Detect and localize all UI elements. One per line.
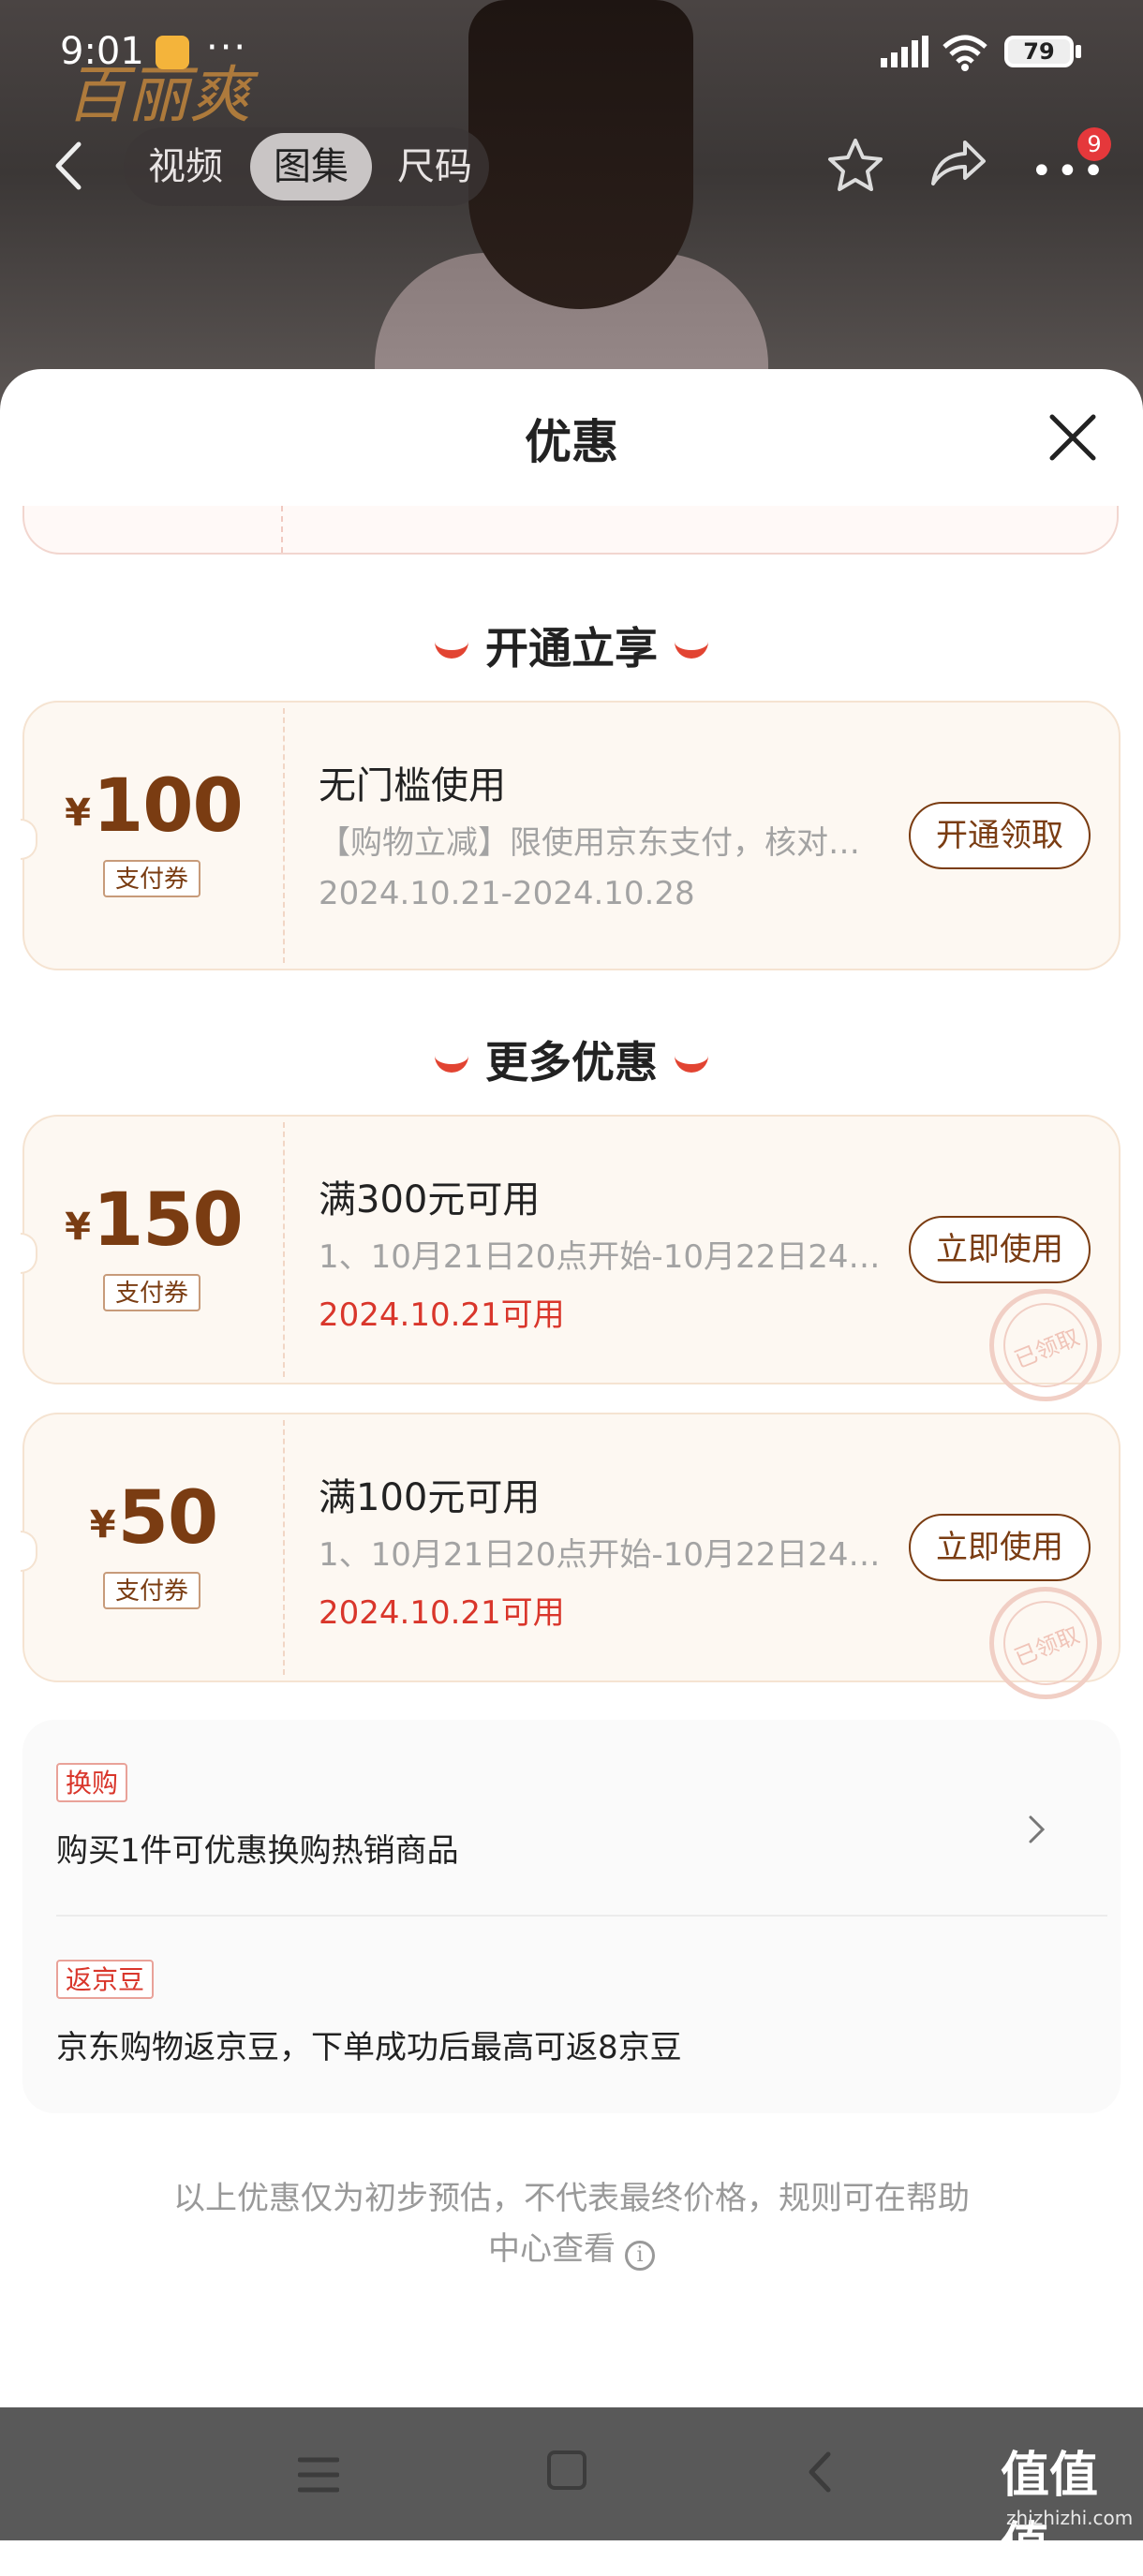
- coupon-description: 1、10月21日20点开始-10月22日24点结束: [319, 1238, 890, 1276]
- coupon-title: 满100元可用: [319, 1476, 541, 1519]
- tab-size[interactable]: 尺码: [397, 127, 472, 206]
- status-time: 9:01: [60, 30, 144, 73]
- status-more-dots: ···: [206, 26, 248, 69]
- coupon-validity: 2024.10.21可用: [319, 1594, 565, 1632]
- favorite-star-icon[interactable]: [824, 135, 886, 197]
- notification-badge: 9: [1077, 127, 1111, 161]
- back-arrow-icon[interactable]: [51, 141, 88, 191]
- disclaimer-line: 以上优惠仅为初步预估，不代表最终价格，规则可在帮助: [173, 2180, 970, 2217]
- battery-tip: [1076, 45, 1081, 58]
- coupon-value: 100: [93, 764, 244, 849]
- section-title: 开通立享: [485, 623, 658, 674]
- promo-tag-exchange: 换购: [56, 1763, 128, 1802]
- currency-symbol: ¥: [65, 792, 91, 835]
- sheet-title: 优惠: [525, 415, 618, 469]
- currency-symbol: ¥: [89, 1503, 116, 1547]
- coupon-value: 50: [117, 1476, 219, 1561]
- use-now-button[interactable]: 立即使用: [909, 1514, 1091, 1581]
- promo-tag-jingdou: 返京豆: [56, 1960, 155, 1999]
- disclaimer-text: 以上优惠仅为初步预估，不代表最终价格，规则可在帮助 中心查看 i: [141, 2173, 1002, 2274]
- signal-icon: [881, 36, 928, 67]
- smile-decoration-icon: [675, 1047, 708, 1073]
- section-title: 更多优惠: [485, 1037, 658, 1088]
- system-back-icon[interactable]: [806, 2450, 834, 2494]
- promo-jingdou-text: 京东购物返京豆，下单成功后最高可返8京豆: [56, 2029, 682, 2066]
- coupon-card: ¥50 支付券 满100元可用 1、10月21日20点开始-10月22日24点结…: [21, 1413, 1121, 1717]
- promo-divider: [56, 1915, 1107, 1917]
- smile-decoration-icon: [675, 633, 708, 659]
- coupon-validity: 2024.10.21-2024.10.28: [319, 875, 695, 912]
- coupon-amount: ¥150: [24, 1178, 283, 1263]
- watermark-logo: 值值值: [1001, 2448, 1099, 2574]
- coupon-divider: [283, 1420, 285, 1675]
- coupon-divider: [283, 1122, 285, 1377]
- tab-video[interactable]: 视频: [148, 127, 223, 206]
- coupon-title: 无门槛使用: [319, 764, 506, 807]
- coupon-validity: 2024.10.21可用: [319, 1296, 565, 1334]
- notification-app-icon: [156, 36, 189, 69]
- smile-decoration-icon: [435, 1047, 468, 1073]
- previous-coupon-divider: [281, 506, 283, 553]
- use-now-button[interactable]: 立即使用: [909, 1216, 1091, 1283]
- tab-gallery[interactable]: 图集: [250, 133, 372, 200]
- share-icon[interactable]: [928, 135, 987, 191]
- coupon-description: 1、10月21日20点开始-10月22日24点结束: [319, 1536, 890, 1574]
- recent-apps-menu-icon[interactable]: [298, 2456, 339, 2494]
- smile-decoration-icon: [435, 633, 468, 659]
- home-icon[interactable]: [547, 2450, 586, 2490]
- stamp-ring: [990, 1290, 1101, 1400]
- wifi-icon: [943, 35, 987, 71]
- product-model-hair: [468, 0, 693, 309]
- coupon-amount: ¥50: [24, 1476, 283, 1561]
- battery-icon: 79: [1004, 36, 1074, 67]
- coupon-card: ¥100 支付券 无门槛使用 【购物立减】限使用京东支付，核对订单时可用 202…: [21, 701, 1121, 970]
- coupon-card: ¥150 支付券 满300元可用 1、10月21日20点开始-10月22日24点…: [21, 1115, 1121, 1419]
- currency-symbol: ¥: [65, 1206, 91, 1249]
- open-and-claim-button[interactable]: 开通领取: [909, 802, 1091, 869]
- coupon-description: 【购物立减】限使用京东支付，核对订单时可用: [319, 824, 890, 862]
- previous-coupon-card-edge: [22, 506, 1119, 555]
- coupon-title: 满300元可用: [319, 1178, 541, 1221]
- coupon-type-tag: 支付券: [103, 1274, 200, 1311]
- promotions-panel: 换购 购买1件可优惠换购热销商品 返京豆 京东购物返京豆，下单成功后最高可返8京…: [22, 1720, 1121, 2113]
- coupon-type-tag: 支付券: [103, 1572, 200, 1609]
- close-icon[interactable]: [1047, 412, 1098, 463]
- watermark-url: zhizhizhi.com: [1006, 2507, 1134, 2529]
- disclaimer-line-text: 中心查看: [488, 2230, 616, 2268]
- coupon-value: 150: [93, 1178, 244, 1263]
- media-tabs: 视频 图集 尺码: [124, 127, 489, 206]
- coupon-divider: [283, 708, 285, 963]
- info-icon[interactable]: i: [625, 2241, 655, 2271]
- section-header-open: 开通立享: [0, 614, 1143, 676]
- section-header-more: 更多优惠: [0, 1029, 1143, 1090]
- coupon-amount: ¥100: [24, 764, 283, 849]
- promo-exchange-text[interactable]: 购买1件可优惠换购热销商品: [56, 1825, 459, 1871]
- coupon-type-tag: 支付券: [103, 860, 200, 897]
- chevron-right-icon[interactable]: [1027, 1814, 1047, 1845]
- disclaimer-line: 中心查看 i: [141, 2224, 1002, 2274]
- stamp-ring: [990, 1588, 1101, 1698]
